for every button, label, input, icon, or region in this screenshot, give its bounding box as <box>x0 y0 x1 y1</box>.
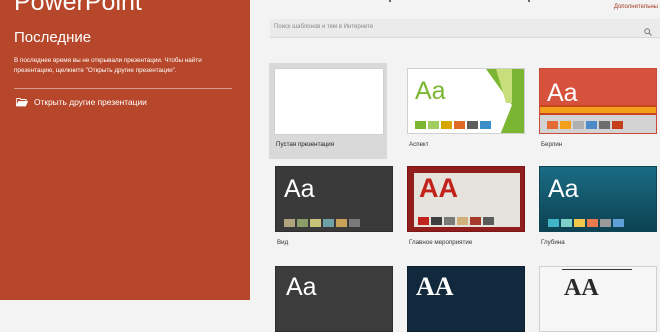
thumbnail-sample-text: Aa <box>284 175 315 203</box>
top-tick-mark <box>389 0 391 2</box>
color-swatches <box>418 217 494 225</box>
no-recent-message: В последнее время вы не открывали презен… <box>14 57 202 74</box>
template-row3-1[interactable]: Aa <box>275 266 393 332</box>
color-swatches <box>415 121 491 129</box>
template-thumbnail: AA <box>539 266 657 332</box>
color-swatches <box>547 121 623 129</box>
open-other-label: Открыть другие презентации <box>34 97 147 107</box>
top-tick-mark <box>528 0 530 2</box>
thumbnail-sample-text: Aa <box>548 175 579 203</box>
app-title: PowerPoint <box>14 0 142 16</box>
template-blank[interactable]: Пустая презентация <box>269 63 387 159</box>
template-thumbnail: AA <box>407 266 525 332</box>
template-thumbnail: AA <box>407 166 525 232</box>
recent-heading: Последние <box>14 29 92 46</box>
divider <box>14 88 232 89</box>
template-thumbnail: Aa <box>539 166 657 232</box>
template-label: Глубина <box>541 239 565 246</box>
template-thumbnail: Aa <box>275 166 393 232</box>
template-aspect[interactable]: Aa Аспект <box>407 68 525 148</box>
open-other-presentations-link[interactable]: Открыть другие презентации <box>16 97 147 107</box>
template-thumbnail: Aa <box>539 68 657 134</box>
color-swatches <box>284 219 360 227</box>
template-label: Берлин <box>541 141 563 148</box>
thumbnail-sample-text: Aa <box>547 79 578 107</box>
template-thumbnail: Aa <box>407 68 525 134</box>
templates-pane: Дополнительны Поиск шаблонов и тем в Инт… <box>250 0 660 332</box>
template-search-box[interactable]: Поиск шаблонов и тем в Интернете <box>270 19 660 38</box>
thumbnail-sample-text: Aa <box>286 273 317 301</box>
search-input[interactable]: Поиск шаблонов и тем в Интернете <box>274 24 373 30</box>
backstage-left-pane: PowerPoint Последние В последнее время в… <box>0 0 250 300</box>
thumbnail-sample-text: AA <box>564 275 599 301</box>
template-berlin[interactable]: Aa Берлин <box>539 68 657 148</box>
thumbnail-sample-text: Aa <box>415 77 446 105</box>
search-icon[interactable] <box>644 23 652 36</box>
template-main-event[interactable]: AA Главное мероприятие <box>407 166 525 246</box>
thumbnail-sample-text: AA <box>419 173 458 203</box>
more-link[interactable]: Дополнительны <box>614 4 658 10</box>
template-thumbnail <box>274 68 384 135</box>
thumbnail-sample-text: AA <box>416 272 454 301</box>
color-swatches <box>548 219 624 227</box>
template-label: Аспект <box>409 141 429 148</box>
template-thumbnail: Aa <box>275 266 393 332</box>
template-view[interactable]: Aa Вид <box>275 166 393 246</box>
template-row3-2[interactable]: AA <box>407 266 525 332</box>
folder-open-icon <box>16 97 28 107</box>
template-label: Главное мероприятие <box>409 239 473 246</box>
template-label: Вид <box>277 239 289 246</box>
template-depth[interactable]: Aa Глубина <box>539 166 657 246</box>
template-row3-3[interactable]: AA <box>539 266 657 332</box>
template-label: Пустая презентация <box>276 141 335 148</box>
